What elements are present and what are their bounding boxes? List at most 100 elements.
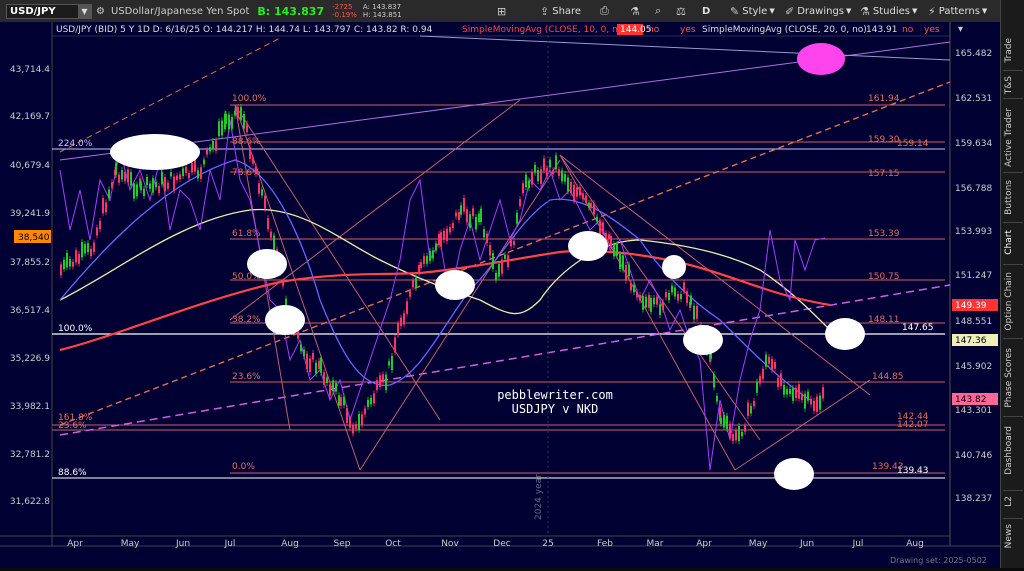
candle-body [480,208,482,223]
candle-body [352,425,354,434]
change-pct: -0.19% [332,11,357,19]
candle-body [753,401,755,407]
candle-body [240,106,242,121]
candle-body [741,431,743,437]
patterns-button[interactable]: ⚡ Patterns ▼ [928,3,987,19]
candle-body [432,250,434,259]
fib-price: 139.43 [897,466,929,476]
right-axis-tick: 162.531 [955,94,992,104]
sma-badge-text: 149.39 [955,301,987,311]
x-tick: Nov [441,539,459,549]
candle-body [121,170,123,180]
candle-body [367,399,369,407]
candle-body [136,184,138,197]
tab-time-and-sales[interactable]: T&S [1004,76,1014,94]
print-icon[interactable]: ⎙ [600,3,612,19]
fib-label: 23.6% [58,421,87,431]
candle-body [552,170,554,175]
candle-body [346,408,348,424]
candle-body [185,166,187,173]
more-icon[interactable]: ▾ [958,24,963,35]
candle-body [628,264,630,277]
year-separator-label: 2024 year [534,474,544,520]
change-abs: -2725 [332,3,353,11]
candle-body [622,255,624,270]
x-tick: Aug [906,539,924,549]
candle-body [729,423,731,438]
chevron-down-icon[interactable]: ▼ [78,4,91,18]
level-badge-text: 147.36 [955,336,987,346]
candle-body [429,250,431,262]
tab-phase-scores[interactable]: Phase Scores [1004,348,1014,408]
flask-icon[interactable]: ⚗ [630,3,643,19]
marker-ellipse [435,270,475,300]
candle-body [167,182,169,189]
candle-body [60,264,62,276]
tab-active-trader[interactable]: Active Trader [1004,108,1014,167]
share-button[interactable]: ⇪ Share [540,3,581,19]
fib-price: 147.65 [902,323,934,333]
candle-body [610,235,612,248]
candle-body [228,114,230,130]
x-tick: May [749,539,768,549]
candle-body [596,216,598,222]
candle-body [540,169,542,184]
tab-level2[interactable]: L2 [1004,496,1014,507]
tab-buttons[interactable]: Buttons [1004,180,1014,215]
fib-price: 159.14 [897,139,929,149]
candle-body [124,171,126,182]
candle-body [693,305,695,320]
right-axis-tick: 156.788 [955,184,992,194]
candle-body [645,296,647,308]
right-axis-tick: 145.902 [955,362,992,372]
symbol-selector[interactable]: USD/JPY ▼ [6,3,92,19]
chart-area[interactable]: USD/JPY (BID) 5 Y 1D D: 6/16/25 O: 144.2… [0,22,1000,568]
studies-button[interactable]: ⚗ Studies ▼ [860,3,917,19]
candle-body [158,185,160,194]
candle-body [590,203,592,208]
candle-body [364,408,366,415]
tab-dashboard[interactable]: Dashboard [1004,426,1014,475]
candle-body [218,121,220,137]
candle-body [105,202,107,213]
style-icon: ✎ [730,4,740,18]
candle-body [418,265,420,274]
candle-body [690,295,692,305]
candle-body [403,313,405,325]
scale-icon[interactable]: ⚖ [676,3,689,19]
candle-body [549,159,551,168]
candle-body [783,384,785,395]
candle-body [400,317,402,327]
tab-news[interactable]: News [1004,524,1014,548]
candle-body [759,376,761,384]
price-chart[interactable]: USD/JPY (BID) 5 Y 1D D: 6/16/25 O: 144.2… [0,22,1000,568]
candle-body [813,400,815,411]
period-button[interactable]: D [702,3,710,19]
grid-icon[interactable]: ⊞ [497,3,509,19]
candle-body [723,414,725,428]
tab-trade[interactable]: Trade [1004,38,1014,63]
candle-body [420,262,422,268]
marker-ellipse [247,249,287,279]
candle-body [406,301,408,314]
candle-body [582,193,584,200]
fib-label: 100.0% [58,324,93,334]
candle-body [326,377,328,383]
tab-chart[interactable]: Chart [1004,230,1014,255]
gear-icon[interactable]: ⚙ [96,6,105,17]
search-icon[interactable]: ⌕ [655,3,664,19]
left-axis-tick: 42,169.7 [10,112,50,122]
candle-body [102,198,104,214]
candle-body [492,253,494,269]
candle-body [780,373,782,387]
style-button[interactable]: ✎ Style ▼ [730,3,775,19]
candle-body [478,213,480,223]
candle-body [738,425,740,442]
candle-body [84,244,86,254]
candle-body [570,182,572,194]
candle-body [475,217,477,230]
candle-body [528,180,530,189]
drawings-button[interactable]: ✐ Drawings ▼ [785,3,851,19]
tab-option-chain[interactable]: Option Chain [1004,272,1014,331]
sma20-no: no [902,25,914,35]
